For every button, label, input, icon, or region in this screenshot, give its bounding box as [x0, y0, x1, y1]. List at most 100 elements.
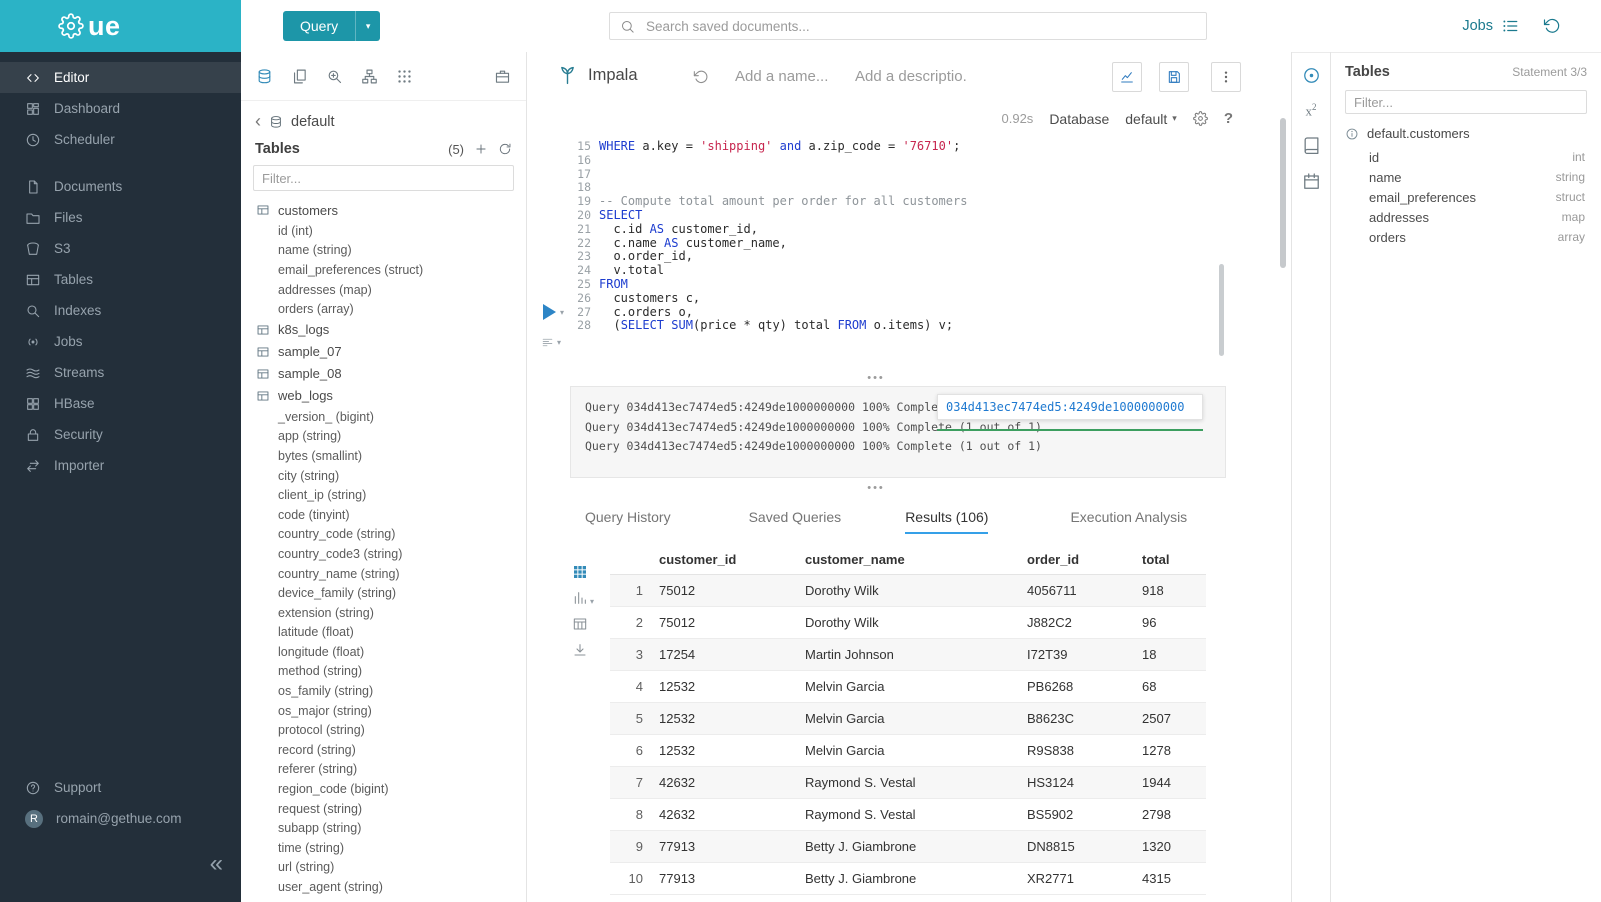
hue-logo[interactable]: ue [0, 0, 241, 52]
table-row[interactable]: 842632Raymond S. VestalBS59022798 [610, 799, 1206, 831]
table-row[interactable]: 742632Raymond S. VestalHS31241944 [610, 767, 1206, 799]
search-input[interactable] [644, 18, 1196, 35]
functions-icon[interactable]: x2 [1306, 102, 1317, 119]
main-scrollbar[interactable] [1280, 118, 1286, 268]
sidebar-collapse-button[interactable]: « [210, 852, 223, 876]
column-item[interactable]: longitude (float) [241, 642, 526, 662]
back-chevron-icon[interactable]: ‹ [255, 112, 261, 130]
sidebar-item-tables[interactable]: Tables [0, 264, 241, 295]
column-item[interactable]: _version_ (bigint) [241, 407, 526, 427]
code-line[interactable]: o.order_id, [599, 250, 967, 264]
right-filter-input[interactable] [1345, 90, 1587, 114]
code-line[interactable]: -- Compute total amount per order for al… [599, 195, 967, 209]
column-item[interactable]: os_family (string) [241, 681, 526, 701]
column-item[interactable]: protocol (string) [241, 720, 526, 740]
new-query-button[interactable]: Query ▾ [283, 11, 380, 41]
active-table-item[interactable]: default.customers [1345, 126, 1587, 141]
column-item[interactable]: bytes (smallint) [241, 446, 526, 466]
search-zoom-icon[interactable] [326, 68, 343, 85]
table-row[interactable]: 612532Melvin GarciaR9S8381278 [610, 735, 1206, 767]
editor-scrollbar[interactable] [1219, 264, 1224, 356]
save-button[interactable] [1159, 62, 1189, 92]
collections-assist-icon[interactable] [494, 68, 511, 85]
sidebar-item-streams[interactable]: Streams [0, 357, 241, 388]
tab-saved-queries[interactable]: Saved Queries [749, 509, 842, 534]
execute-button[interactable] [543, 304, 556, 320]
sidebar-item-editor[interactable]: Editor [0, 62, 241, 93]
table-item[interactable]: web_logs [241, 385, 526, 407]
sidebar-item-importer[interactable]: Importer [0, 450, 241, 481]
sidebar-item-hbase[interactable]: HBase [0, 388, 241, 419]
right-column-item[interactable]: email_preferencesstruct [1345, 187, 1587, 207]
jobs-button[interactable]: Jobs [1462, 17, 1519, 35]
column-item[interactable]: country_code (string) [241, 525, 526, 545]
column-item[interactable]: code (tinyint) [241, 505, 526, 525]
column-item[interactable]: url (string) [241, 858, 526, 878]
sidebar-item-dashboard[interactable]: Dashboard [0, 93, 241, 124]
sidebar-item-security[interactable]: Security [0, 419, 241, 450]
results-column-header[interactable]: customer_name [805, 544, 1027, 575]
table-row[interactable]: 977913Betty J. GiambroneDN88151320 [610, 831, 1206, 863]
tab-execution-analysis[interactable]: Execution Analysis [1070, 509, 1187, 534]
databases-assist-icon[interactable] [256, 68, 273, 85]
column-item[interactable]: email_preferences (struct) [241, 260, 526, 280]
code-line[interactable]: FROM [599, 278, 967, 292]
column-item[interactable]: orders (array) [241, 299, 526, 319]
sidebar-user[interactable]: R romain@gethue.com [0, 803, 241, 834]
more-options-button[interactable] [1211, 62, 1241, 92]
results-column-header[interactable]: total [1142, 544, 1206, 575]
column-item[interactable]: region_code (bigint) [241, 779, 526, 799]
column-item[interactable]: referer (string) [241, 760, 526, 780]
code-line[interactable] [599, 168, 967, 182]
new-query-caret-icon[interactable]: ▾ [355, 11, 380, 41]
tab-results-106-[interactable]: Results (106) [905, 509, 988, 534]
column-item[interactable]: country_name (string) [241, 564, 526, 584]
tables-filter-input[interactable] [253, 165, 514, 191]
refresh-tables-icon[interactable] [498, 142, 512, 156]
results-columns-icon[interactable] [572, 616, 588, 632]
column-item[interactable]: latitude (float) [241, 623, 526, 643]
add-table-icon[interactable] [474, 142, 488, 156]
schedule-icon[interactable] [1302, 172, 1321, 191]
table-row[interactable]: 1077913Betty J. GiambroneXR27714315 [610, 863, 1206, 895]
language-reference-icon[interactable] [1302, 136, 1321, 155]
query-history-icon[interactable] [1543, 17, 1561, 35]
code-line[interactable]: c.orders o, [599, 306, 967, 320]
format-button[interactable]: ▾ [541, 336, 561, 349]
code-line[interactable]: WHERE a.key = 'shipping' and a.zip_code … [599, 140, 967, 154]
sidebar-item-jobs[interactable]: Jobs [0, 326, 241, 357]
editor-assistant-icon[interactable] [1302, 66, 1321, 85]
results-column-header[interactable]: order_id [1027, 544, 1142, 575]
documents-assist-icon[interactable] [291, 68, 308, 85]
table-row[interactable]: 412532Melvin GarciaPB626868 [610, 671, 1206, 703]
apps-assist-icon[interactable] [396, 68, 413, 85]
column-item[interactable]: addresses (map) [241, 280, 526, 300]
column-item[interactable]: client_ip (string) [241, 485, 526, 505]
column-item[interactable]: user_agent (string) [241, 877, 526, 897]
column-item[interactable]: time (string) [241, 838, 526, 858]
code-line[interactable]: customers c, [599, 292, 967, 306]
query-name-input[interactable] [733, 67, 843, 86]
right-column-item[interactable]: idint [1345, 147, 1587, 167]
code-line[interactable]: c.id AS customer_id, [599, 223, 967, 237]
column-item[interactable]: extension (string) [241, 603, 526, 623]
results-column-header[interactable]: customer_id [659, 544, 805, 575]
chart-button[interactable] [1112, 62, 1142, 92]
panel-resize-handle[interactable]: ••• [527, 484, 1225, 492]
column-item[interactable]: request (string) [241, 799, 526, 819]
right-column-item[interactable]: addressesmap [1345, 207, 1587, 227]
code-line[interactable] [599, 181, 967, 195]
sidebar-item-s3[interactable]: S3 [0, 233, 241, 264]
table-item[interactable]: sample_07 [241, 341, 526, 363]
sidebar-item-files[interactable]: Files [0, 202, 241, 233]
sidebar-item-support[interactable]: Support [0, 772, 241, 803]
execute-options-caret-icon[interactable]: ▾ [560, 308, 564, 317]
code-line[interactable]: v.total [599, 264, 967, 278]
panel-resize-handle[interactable]: ••• [527, 374, 1225, 382]
help-question-icon[interactable]: ? [1224, 110, 1233, 127]
column-item[interactable]: id (int) [241, 221, 526, 241]
column-item[interactable]: method (string) [241, 662, 526, 682]
column-item[interactable]: subapp (string) [241, 818, 526, 838]
query-versions-icon[interactable] [693, 69, 709, 85]
results-grid-icon[interactable] [572, 564, 588, 580]
